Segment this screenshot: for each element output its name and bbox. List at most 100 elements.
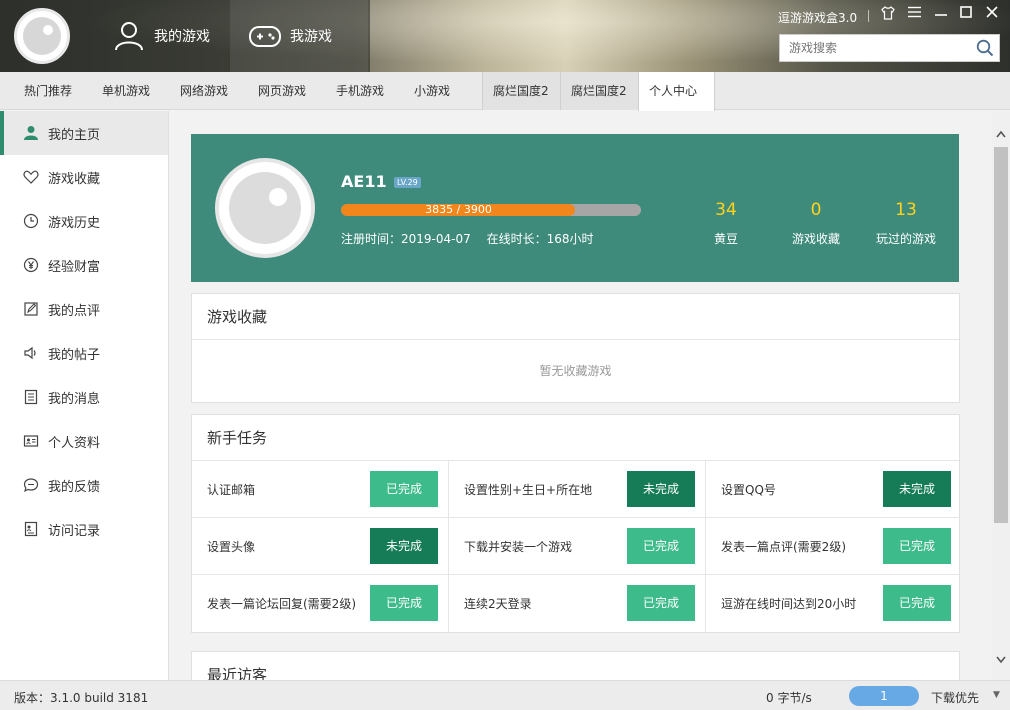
yen-icon (22, 256, 40, 274)
record-icon (22, 520, 40, 538)
tab-web[interactable]: 网页游戏 (234, 72, 312, 110)
sidebar-item-profile[interactable]: 个人资料 (0, 419, 168, 463)
level-badge: LV.29 (394, 177, 421, 188)
sidebar-item-visit-log[interactable]: 访问记录 (0, 507, 168, 551)
profile-meta: 注册时间：2019-04-07 在线时长：168小时 (341, 230, 593, 247)
task-item: 下载并安装一个游戏 已完成 (449, 518, 706, 575)
task-status-button[interactable]: 已完成 (370, 471, 438, 507)
section-title: 最近访客 (192, 652, 959, 680)
section-title: 新手任务 (192, 415, 959, 461)
task-status-button[interactable]: 已完成 (883, 528, 951, 564)
menu-icon[interactable] (904, 6, 924, 22)
task-name: 设置QQ号 (721, 482, 776, 497)
nav-my-games[interactable]: 我的游戏 (100, 0, 228, 72)
task-name: 设置头像 (207, 539, 256, 554)
task-status-button[interactable]: 已完成 (627, 528, 695, 564)
online-duration: 在线时长：168小时 (486, 232, 594, 246)
favorites-panel: 游戏收藏 暂无收藏游戏 (191, 293, 960, 403)
tab-mobile[interactable]: 手机游戏 (312, 72, 390, 110)
sidebar-item-feedback[interactable]: 我的反馈 (0, 463, 168, 507)
tab-mini[interactable]: 小游戏 (390, 72, 468, 110)
task-name: 发表一篇论坛回复(需要2级) (207, 597, 356, 611)
nav-my-games-label: 我的游戏 (154, 29, 210, 45)
section-title: 游戏收藏 (192, 294, 959, 340)
task-name: 连续2天登录 (464, 597, 532, 611)
stat-value: 13 (895, 200, 917, 220)
nav-game-box[interactable]: 我游戏 (230, 0, 368, 72)
sidebar-item-messages[interactable]: 我的消息 (0, 375, 168, 419)
tab-hot[interactable]: 热门推荐 (0, 72, 78, 110)
tab-single-player[interactable]: 单机游戏 (78, 72, 156, 110)
close-icon[interactable] (982, 6, 1002, 22)
sidebar-item-label: 游戏历史 (48, 215, 101, 231)
empty-favorites-text: 暂无收藏游戏 (539, 364, 612, 378)
task-item: 连续2天登录 已完成 (449, 575, 706, 632)
stat-label: 玩过的游戏 (875, 232, 936, 246)
sidebar-item-history[interactable]: 游戏历史 (0, 199, 168, 243)
tab-personal-center[interactable]: 个人中心 (638, 72, 715, 111)
heart-icon (22, 168, 40, 186)
download-count-badge[interactable]: 1 (849, 686, 919, 706)
recent-visitors-panel: 最近访客 (191, 651, 960, 680)
stat-value: 34 (715, 200, 737, 220)
app-logo[interactable] (14, 8, 70, 64)
stat-beans[interactable]: 34 黄豆 (681, 200, 771, 247)
document-icon (22, 388, 40, 406)
vertical-scrollbar[interactable] (992, 111, 1010, 680)
sidebar-item-wealth[interactable]: 经验财富 (0, 243, 168, 287)
sidebar-item-favorites[interactable]: 游戏收藏 (0, 155, 168, 199)
search-icon[interactable] (976, 39, 994, 61)
tab-online[interactable]: 网络游戏 (156, 72, 234, 110)
category-tabs: 热门推荐 单机游戏 网络游戏 网页游戏 手机游戏 小游戏 腐烂国度2 腐烂国度2… (0, 72, 1010, 111)
task-status-button[interactable]: 未完成 (883, 471, 951, 507)
nav-game-box-label: 我游戏 (290, 29, 332, 45)
stat-label: 黄豆 (713, 232, 738, 246)
edit-icon (22, 300, 40, 318)
task-item: 认证邮箱 已完成 (192, 461, 449, 518)
sidebar-item-posts[interactable]: 我的帖子 (0, 331, 168, 375)
stat-played-games[interactable]: 13 玩过的游戏 (861, 200, 951, 247)
avatar[interactable] (215, 158, 315, 258)
stat-label: 游戏收藏 (791, 232, 840, 246)
task-name: 设置性别+生日+所在地 (464, 482, 593, 497)
gamepad-icon (248, 19, 282, 53)
task-item: 设置QQ号 未完成 (706, 461, 961, 518)
chevron-down-icon[interactable]: ▼ (993, 690, 1000, 700)
task-item: 逗游在线时间达到20小时 已完成 (706, 575, 961, 632)
clock-icon (22, 212, 40, 230)
sidebar-item-label: 经验财富 (48, 259, 101, 275)
title-bar: 我的游戏 我游戏 逗游游戏盒3.0 (0, 0, 1010, 72)
user-icon (112, 19, 146, 53)
maximize-icon[interactable] (956, 6, 976, 22)
sidebar-item-label: 我的帖子 (48, 347, 101, 363)
task-status-button[interactable]: 已完成 (627, 585, 695, 621)
task-grid: 认证邮箱 已完成 设置性别+生日+所在地 未完成 设置QQ号 未完成 设置头像 … (192, 461, 961, 632)
speaker-icon (22, 344, 40, 362)
minimize-icon[interactable] (931, 6, 951, 22)
sidebar-item-reviews[interactable]: 我的点评 (0, 287, 168, 331)
sidebar: 我的主页 游戏收藏 游戏历史 经验财富 我的点评 我的帖子 我的消息 个人资料 … (0, 111, 169, 680)
shirt-icon[interactable] (878, 6, 898, 24)
status-bar: 版本：3.1.0 build 3181 0 字节/s 1 下载优先 ▼ (0, 680, 1010, 710)
task-status-button[interactable]: 未完成 (627, 471, 695, 507)
task-status-button[interactable]: 未完成 (370, 528, 438, 564)
main-content: AE11 LV.29 3835 / 3900 注册时间：2019-04-07 在… (170, 111, 992, 680)
task-status-button[interactable]: 已完成 (883, 585, 951, 621)
sidebar-item-home[interactable]: 我的主页 (0, 111, 168, 155)
tab-state-of-decay-2[interactable]: 腐烂国度2 (560, 72, 638, 110)
exp-progress-text: 3835 / 3900 (425, 204, 492, 216)
search-input[interactable] (780, 35, 970, 61)
version-text: 版本：3.1.0 build 3181 (14, 691, 149, 705)
task-item: 设置性别+生日+所在地 未完成 (449, 461, 706, 518)
download-priority-select[interactable]: 下载优先 (931, 689, 979, 706)
scroll-down-icon[interactable] (996, 653, 1006, 664)
sidebar-item-label: 个人资料 (48, 435, 101, 451)
tab-state-of-decay-1[interactable]: 腐烂国度2 (482, 72, 560, 110)
scroll-up-icon[interactable] (996, 127, 1006, 138)
sidebar-item-label: 我的主页 (48, 127, 101, 143)
username: AE11 (341, 172, 387, 191)
stat-favorites[interactable]: 0 游戏收藏 (771, 200, 861, 247)
download-speed: 0 字节/s (766, 691, 812, 705)
scroll-thumb[interactable] (994, 147, 1008, 523)
task-status-button[interactable]: 已完成 (370, 585, 438, 621)
